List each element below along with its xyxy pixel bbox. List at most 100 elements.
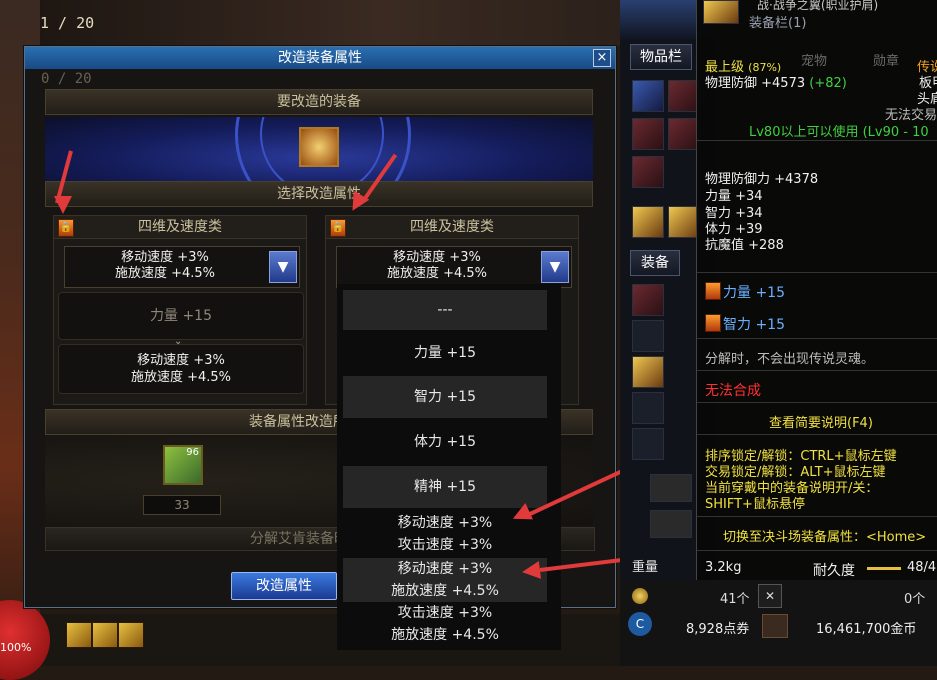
current-stat: 力量 +15 xyxy=(58,292,304,340)
phys-def-bonus: (+82) xyxy=(809,76,847,91)
tooltip-header: 装备栏(1) xyxy=(749,16,807,31)
section-select-attribute: 选择改造属性 xyxy=(45,181,593,207)
buff-icon[interactable] xyxy=(92,622,118,648)
close-button[interactable]: × xyxy=(593,49,611,67)
gold-value: 16,461,700金币 xyxy=(816,622,917,637)
view-description-link[interactable]: 查看简要说明(F4) xyxy=(769,412,873,431)
enchant-intelligence: 智力 +15 xyxy=(723,317,785,333)
red-arrow-head xyxy=(54,196,72,214)
hint-line: SHIFT+鼠标悬停 xyxy=(705,497,805,512)
divider xyxy=(697,370,937,371)
points-icon[interactable]: C xyxy=(628,612,652,636)
attribute-dropdown-list: --- 力量 +15 智力 +15 体力 +15 精神 +15 移动速度 +3%… xyxy=(337,284,561,650)
hp-orb xyxy=(0,600,50,680)
enchant-strength: 力量 +15 xyxy=(723,285,785,301)
lock-icon xyxy=(705,314,721,332)
material-item-slot[interactable]: 96 xyxy=(163,445,203,485)
option-label: --- xyxy=(437,302,453,318)
item-weight: 3.2kg xyxy=(705,560,742,575)
attribute-select[interactable]: 移动速度 +3% 施放速度 +4.5% ▼ xyxy=(64,246,300,288)
col-pet: 宠物 xyxy=(801,54,828,69)
dropdown-option[interactable]: 移动速度 +3% 施放速度 +4.5% xyxy=(343,558,547,602)
material-count: 33 xyxy=(143,495,221,515)
tab-items[interactable]: 物品栏 xyxy=(630,44,692,70)
no-combine-label: 无法合成 xyxy=(705,383,761,399)
dialog-title: 改造装备属性 xyxy=(25,47,615,69)
option-label: 智力 +15 xyxy=(414,389,476,405)
option-label: 施放速度 +4.5% xyxy=(391,627,499,643)
col-badge: 勋章 xyxy=(873,54,900,69)
sort-button[interactable] xyxy=(650,474,692,502)
target-equipment-slot[interactable] xyxy=(299,127,339,167)
dropdown-option[interactable]: 精神 +15 xyxy=(343,466,547,508)
hp-percent: 100% xyxy=(0,641,32,654)
inventory-slot[interactable] xyxy=(632,284,664,316)
buff-icon[interactable] xyxy=(66,622,92,648)
attribute-select[interactable]: 移动速度 +3% 施放速度 +4.5% ▼ xyxy=(336,246,572,288)
divider xyxy=(697,434,937,435)
shop-icon[interactable] xyxy=(762,614,788,638)
panel-header: 四维及速度类 xyxy=(326,216,578,239)
divider xyxy=(697,272,937,273)
backdrop-top xyxy=(0,0,640,46)
stat-line: 抗魔值 +288 xyxy=(705,238,784,253)
physical-defense: 物理防御 +4573 (+82) xyxy=(705,72,847,91)
durability-value: 48/4 xyxy=(907,560,937,575)
inventory-slot[interactable] xyxy=(632,320,664,352)
durability-label: 耐久度 xyxy=(813,563,855,579)
count-a: 41个 xyxy=(720,592,750,607)
points-value: 8,928点券 xyxy=(686,622,750,637)
dropdown-arrow-icon[interactable]: ▼ xyxy=(541,251,569,283)
divider xyxy=(697,550,937,551)
dropdown-option[interactable]: 攻击速度 +3% 施放速度 +4.5% xyxy=(343,602,547,646)
lock-icon[interactable]: 🔒 xyxy=(330,219,346,237)
item-icon xyxy=(703,0,739,24)
dropdown-option[interactable]: 力量 +15 xyxy=(343,332,547,374)
inventory-slot[interactable] xyxy=(632,392,664,424)
tab-equip[interactable]: 装备 xyxy=(630,250,680,276)
item-tooltip: 战·战争之翼(职业护肩) 装备栏(1) 宠物 勋章 最上级 (87%) 传说 物… xyxy=(696,0,937,584)
inventory-slot[interactable] xyxy=(632,356,664,388)
disassemble-button[interactable] xyxy=(650,510,692,538)
dropdown-option[interactable]: --- xyxy=(343,290,547,330)
divider xyxy=(697,140,937,141)
select-line: 移动速度 +3% xyxy=(393,250,481,265)
dropdown-option[interactable]: 智力 +15 xyxy=(343,376,547,418)
modify-attribute-button[interactable]: 改造属性 xyxy=(231,572,337,600)
dropdown-arrow-icon[interactable]: ▼ xyxy=(269,251,297,283)
level-requirement: Lv80以上可以使用 (Lv90 - 10 xyxy=(749,125,929,140)
dismantle-note: 分解时，不会出现传说灵魂。 xyxy=(705,352,875,367)
option-label: 施放速度 +4.5% xyxy=(391,583,499,599)
panel-header: 四维及速度类 xyxy=(54,216,306,239)
red-arrow-head xyxy=(520,560,542,582)
count-b: 0个 xyxy=(904,592,926,607)
result-line: 移动速度 +3% xyxy=(137,353,225,368)
material-badge: 96 xyxy=(186,447,199,458)
option-label: 攻击速度 +3% xyxy=(397,537,493,553)
divider xyxy=(697,338,937,339)
wallet-bar: 重量 41个 ✕ 0个 C 8,928点券 16,461,700金币 xyxy=(620,560,937,666)
inventory-slot[interactable] xyxy=(632,118,664,150)
dim-counter: 0 / 20 xyxy=(41,71,92,87)
weight-label: 重量 xyxy=(632,560,659,575)
buff-icon[interactable] xyxy=(118,622,144,648)
dropdown-option[interactable]: 体力 +15 xyxy=(343,421,547,463)
option-label: 攻击速度 +3% xyxy=(397,605,493,621)
inventory-slot[interactable] xyxy=(632,156,664,188)
divider xyxy=(697,516,937,517)
result-line: 施放速度 +4.5% xyxy=(130,370,232,385)
swords-icon[interactable]: ✕ xyxy=(758,584,782,608)
coin-icon xyxy=(632,588,648,604)
inventory-slot[interactable] xyxy=(632,206,664,238)
option-label: 体力 +15 xyxy=(414,434,476,450)
inventory-slot[interactable] xyxy=(632,428,664,460)
durability-bar xyxy=(867,567,901,570)
pvp-switch-link[interactable]: 切换至决斗场装备属性：<Home> xyxy=(723,526,926,545)
page-counter: 1 / 20 xyxy=(40,14,95,32)
attribute-panel-left: 四维及速度类 🔒 移动速度 +3% 施放速度 +4.5% ▼ 力量 +15 ⌄ … xyxy=(53,215,307,405)
lock-icon[interactable]: 🔒 xyxy=(58,219,74,237)
select-line: 移动速度 +3% xyxy=(121,250,209,265)
option-label: 力量 +15 xyxy=(414,345,476,361)
inventory-slot[interactable] xyxy=(632,80,664,112)
select-line: 施放速度 +4.5% xyxy=(114,266,216,281)
